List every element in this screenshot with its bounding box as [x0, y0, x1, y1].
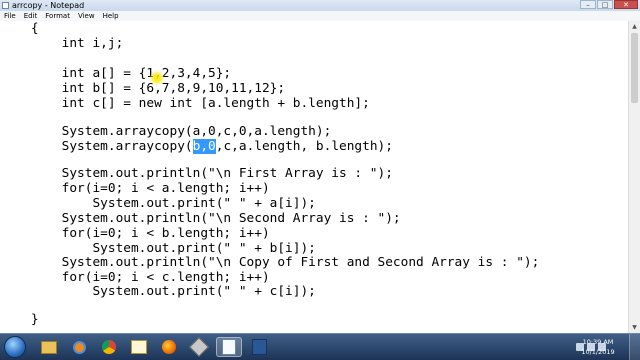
code-line: System.out.print(" " + b[i]);: [0, 241, 316, 256]
firefox-icon[interactable]: [156, 337, 182, 357]
scroll-up-icon[interactable]: ▲: [629, 21, 640, 32]
code-line: int b[] = {6,7,8,9,10,11,12};: [0, 81, 286, 96]
code-line: System.out.print(" " + c[i]);: [0, 284, 316, 299]
paint-icon[interactable]: [126, 337, 152, 357]
start-button[interactable]: [4, 336, 26, 358]
selected-text[interactable]: b,0: [192, 139, 216, 154]
media-player-icon[interactable]: [66, 337, 92, 357]
code-line: int i,j;: [0, 36, 124, 51]
show-desktop-button[interactable]: [629, 334, 640, 360]
code-line: for(i=0; i < a.length; i++): [0, 181, 270, 196]
window-title: arrcopy - Notepad: [12, 1, 85, 10]
code-line-selection: System.arraycopy(b,0,c,a.length, b.lengt…: [0, 139, 393, 154]
text-editor[interactable]: { int i,j; int a[] = {1,2,3,4,5}; int b[…: [0, 21, 628, 333]
clock-date: 10/1/2019: [581, 348, 615, 356]
windows-explorer-icon[interactable]: [36, 337, 62, 357]
menu-format[interactable]: Format: [41, 11, 74, 21]
tool-icon[interactable]: [186, 337, 212, 357]
menu-edit[interactable]: Edit: [20, 11, 42, 21]
mouse-cursor-highlight: [150, 71, 164, 85]
window-titlebar[interactable]: arrcopy - Notepad – □ ✕: [0, 0, 640, 11]
notepad-icon[interactable]: [216, 337, 242, 357]
code-text: ,c,a.length, b.length);: [215, 139, 393, 154]
code-line: for(i=0; i < c.length; i++): [0, 270, 270, 285]
vertical-scrollbar[interactable]: ▲ ▼: [628, 21, 640, 333]
menu-file[interactable]: File: [0, 11, 20, 21]
code-line: for(i=0; i < b.length; i++): [0, 226, 270, 241]
window-controls: – □ ✕: [579, 0, 638, 10]
taskbar: 10:39 AM 10/1/2019: [0, 333, 640, 360]
code-line: System.arraycopy(a,0,c,0,a.length);: [0, 124, 332, 139]
menu-view[interactable]: View: [74, 11, 99, 21]
clock-time: 10:39 AM: [582, 338, 614, 346]
chrome-icon[interactable]: [96, 337, 122, 357]
code-line: {: [0, 21, 39, 36]
word-icon[interactable]: [246, 337, 272, 357]
code-line: System.out.println("\n Copy of First and…: [0, 255, 540, 270]
maximize-button[interactable]: □: [597, 0, 613, 9]
menu-help[interactable]: Help: [99, 11, 123, 21]
minimize-button[interactable]: –: [580, 0, 596, 9]
code-line: System.out.println("\n First Array is : …: [0, 166, 393, 181]
scroll-thumb[interactable]: [631, 33, 638, 103]
scroll-down-icon[interactable]: ▼: [629, 322, 640, 333]
code-line: int c[] = new int [a.length + b.length];: [0, 96, 370, 111]
close-button[interactable]: ✕: [614, 0, 638, 9]
code-text: System.arraycopy(: [0, 139, 193, 154]
code-line: System.out.print(" " + a[i]);: [0, 196, 316, 211]
clock[interactable]: 10:39 AM 10/1/2019: [578, 337, 618, 357]
code-line: System.out.println("\n Second Array is :…: [0, 211, 401, 226]
notepad-app-icon: [2, 2, 9, 9]
code-line: }: [0, 312, 39, 327]
code-line: int a[] = {1,2,3,4,5};: [0, 66, 232, 81]
